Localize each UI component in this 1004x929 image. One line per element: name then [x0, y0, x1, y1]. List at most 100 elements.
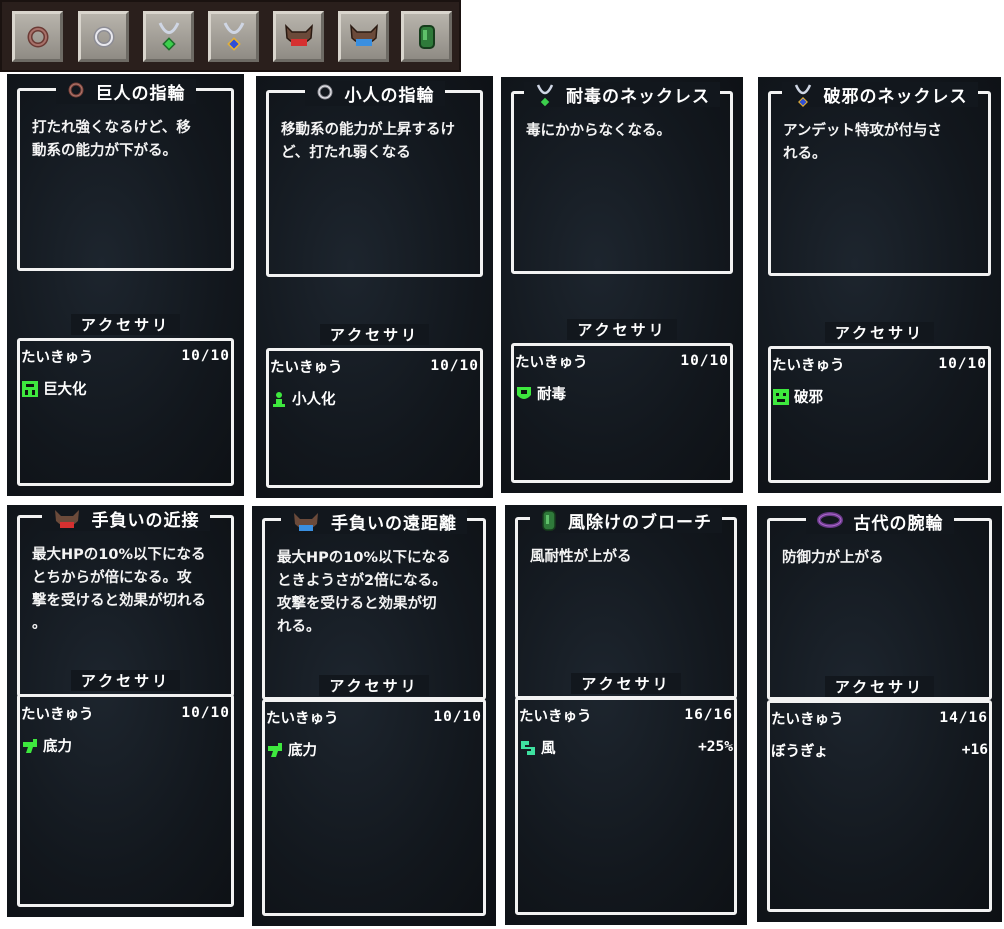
- card-description: 毒にかからなくなる。: [526, 120, 718, 143]
- item-slot-4[interactable]: [208, 11, 259, 62]
- item-slot-2[interactable]: [78, 11, 129, 62]
- durability-row: たいきゅう 14/16: [771, 707, 988, 729]
- effect-name: 底力: [43, 738, 72, 755]
- durability-value: 16/16: [684, 707, 733, 723]
- durability-label: たいきゅう: [266, 710, 339, 727]
- effect-row: 耐毒: [515, 382, 729, 404]
- card-description: 最大HPの10%以下になる とちからが倍になる。攻 撃を受けると効果が切れる。: [32, 544, 219, 636]
- skull-effect-icon: [772, 388, 789, 405]
- effect-name: 小人化: [292, 391, 336, 408]
- durability-value: 10/10: [680, 353, 729, 369]
- card-title-wrap: 手負いの近接: [41, 505, 210, 531]
- effect-name: 巨大化: [43, 381, 87, 398]
- durability-label: たいきゅう: [21, 706, 94, 723]
- green-brooch-icon: [540, 509, 558, 531]
- copper-ring-icon: [66, 80, 86, 102]
- description-line: 動系の能力が下がる。: [32, 143, 177, 159]
- section-label-text: アクセサリ: [824, 675, 935, 697]
- description-line: とちからが倍になる。攻: [32, 570, 192, 586]
- section-label: アクセサリ: [252, 673, 496, 697]
- item-slot-5[interactable]: [273, 11, 324, 62]
- description-line: 。: [32, 616, 47, 632]
- red-beast-charm-icon: [284, 23, 313, 46]
- card-title: 手負いの遠距離: [331, 513, 457, 534]
- item-card[interactable]: 手負いの遠距離最大HPの10%以下になる ときようさが2倍になる。 攻撃を受けると効…: [252, 506, 496, 926]
- effect-name: 耐毒: [537, 386, 566, 403]
- section-label: アクセサリ: [757, 674, 1002, 698]
- durability-row: たいきゅう 10/10: [270, 355, 479, 377]
- section-label-text: アクセサリ: [319, 323, 430, 345]
- red-beast-charm-icon: [52, 507, 82, 529]
- description-line: ときようさが2倍になる。: [277, 573, 447, 589]
- description-line: 打たれ強くなるけど、移: [32, 120, 191, 136]
- durability-label: たいきゅう: [519, 708, 592, 725]
- description-line: アンデット特攻が付与さ: [783, 123, 942, 139]
- section-label: アクセサリ: [758, 320, 1001, 344]
- blue-necklace-icon: [792, 83, 814, 107]
- card-title-row: 手負いの近接: [20, 505, 231, 532]
- card-title-frame: 耐毒のネックレス毒にかからなくなる。: [511, 81, 733, 274]
- item-slot-7[interactable]: [401, 11, 452, 62]
- green-necklace-icon: [534, 83, 556, 107]
- section-label: アクセサリ: [501, 317, 743, 341]
- card-title: 巨人の指輪: [95, 83, 186, 104]
- effect-row: 底力: [21, 734, 230, 756]
- section-label-text: アクセサリ: [70, 669, 181, 691]
- card-title: 耐毒のネックレス: [566, 86, 710, 107]
- blue-beast-charm-icon: [349, 23, 378, 46]
- blue-necklace-icon: [223, 21, 244, 51]
- effect-row: ぼうぎょ +16: [771, 739, 988, 761]
- durability-value: 10/10: [938, 356, 987, 372]
- item-card[interactable]: 小人の指輪 移動系の能力が上昇するけ ど、打たれ弱くなる アクセサリ たいきゅう 10/1…: [256, 76, 493, 498]
- item-card[interactable]: 手負いの近接最大HPの10%以下になる とちからが倍になる。攻 撃を受けると効果が切…: [7, 505, 244, 917]
- card-description: アンデット特攻が付与さ れる。: [783, 120, 976, 166]
- durability-row: たいきゅう 16/16: [519, 704, 733, 726]
- description-line: 防御力が上がる: [782, 550, 884, 566]
- card-title-frame: 巨人の指輪打たれ強くなるけど、移 動系の能力が下がる。: [17, 78, 234, 271]
- last-stand-effect-icon: [21, 737, 37, 753]
- card-title-wrap: 風除けのブローチ: [530, 507, 722, 533]
- item-card[interactable]: 古代の腕輪防御力が上がるアクセサリたいきゅう 14/16 ぼうぎょ +16: [757, 506, 1002, 922]
- effect-value: +16: [961, 742, 988, 758]
- green-necklace-icon: [158, 21, 179, 51]
- section-label: アクセサリ: [256, 322, 493, 346]
- durability-label: たいきゅう: [515, 354, 588, 371]
- durability-value: 14/16: [939, 710, 988, 726]
- effect-row: 破邪: [772, 385, 987, 407]
- item-slot-6[interactable]: [338, 11, 389, 62]
- effect-name: 風: [541, 740, 556, 757]
- card-title: 手負いの近接: [91, 510, 200, 531]
- effect-row: 小人化: [270, 387, 479, 409]
- effect-value: +25%: [698, 739, 733, 755]
- card-description: 最大HPの10%以下になる ときようさが2倍になる。 攻撃を受けると効果が切 れる。: [277, 547, 471, 639]
- durability-value: 10/10: [181, 705, 230, 721]
- durability-label: たいきゅう: [270, 359, 343, 376]
- card-title-wrap: 古代の腕輪: [805, 508, 954, 534]
- card-description: 風耐性が上がる: [530, 546, 722, 569]
- description-line: 攻撃を受けると効果が切: [277, 596, 437, 612]
- card-title-row: 耐毒のネックレス: [514, 80, 730, 108]
- description-line: れる。: [277, 619, 321, 635]
- durability-row: たいきゅう 10/10: [772, 353, 987, 375]
- poison-resist-effect-icon: [515, 385, 531, 401]
- item-card[interactable]: 耐毒のネックレス毒にかからなくなる。アクセサリたいきゅう 10/10 耐毒: [501, 77, 743, 493]
- section-label-text: アクセサリ: [824, 321, 935, 343]
- description-line: ど、打たれ弱くなる: [281, 145, 411, 161]
- durability-row: たいきゅう 10/10: [21, 702, 230, 724]
- effect-row: 巨大化: [21, 377, 230, 399]
- item-slot-1[interactable]: [12, 11, 63, 62]
- item-card[interactable]: 風除けのブローチ 風耐性が上がる アクセサリたいきゅう 16/16 風 +25%: [505, 505, 747, 925]
- card-title-frame: 古代の腕輪防御力が上がる: [767, 508, 992, 700]
- item-card[interactable]: 破邪のネックレス アンデット特攻が付与さ れる。 アクセサリ たいきゅう 10/10 破邪: [758, 77, 1001, 493]
- description-line: 撃を受けると効果が切れる: [32, 593, 206, 609]
- item-slot-3[interactable]: [143, 11, 194, 62]
- silver-ring-icon: [315, 82, 335, 104]
- section-label-text: アクセサリ: [571, 672, 681, 694]
- effect-name: ぼうぎょ: [771, 743, 829, 760]
- last-stand-effect-icon: [266, 741, 282, 757]
- description-line: 最大HPの10%以下になる: [277, 550, 451, 566]
- card-title-wrap: 巨人の指輪: [55, 78, 196, 104]
- section-label: アクセサリ: [505, 671, 747, 695]
- item-card[interactable]: 巨人の指輪 打たれ強くなるけど、移 動系の能力が下がる。 アクセサリ たいきゅう 10/1…: [7, 74, 244, 496]
- silver-ring-icon: [93, 26, 114, 47]
